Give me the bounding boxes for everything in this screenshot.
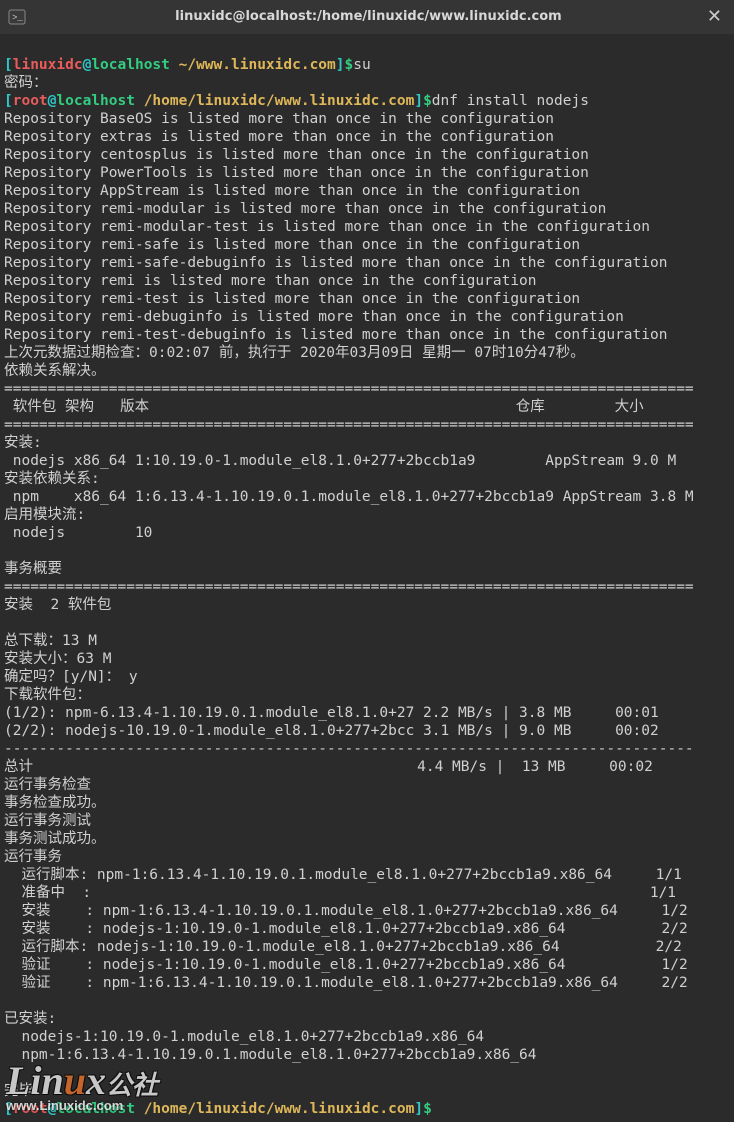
installed-row: nodejs-1:10.19.0-1.module_el8.1.0+277+2b… [4, 1029, 484, 1045]
divider: ========================================… [4, 417, 694, 433]
divider: ========================================… [4, 579, 694, 595]
section-install: 安装: [4, 435, 42, 451]
run-txn: 运行事务 [4, 849, 62, 865]
divider: ----------------------------------------… [4, 741, 694, 757]
package-row: nodejs 10 [4, 525, 152, 541]
window-title: linuxidc@localhost:/home/linuxidc/www.li… [34, 8, 703, 26]
repo-warning: Repository extras is listed more than on… [4, 129, 554, 145]
txn-row: 验证 : npm-1:6.13.4-1.10.19.0.1.module_el8… [4, 975, 688, 991]
confirm-prompt: 确定吗？[y/N]： y [4, 669, 138, 685]
txn-row: 准备中 : 1/1 [4, 885, 676, 901]
txn-row: 验证 : nodejs-1:10.19.0-1.module_el8.1.0+2… [4, 957, 688, 973]
repo-warning: Repository AppStream is listed more than… [4, 183, 580, 199]
download-header: 下载软件包： [4, 687, 91, 703]
installed-row: npm-1:6.13.4-1.10.19.0.1.module_el8.1.0+… [4, 1047, 537, 1063]
metadata-check: 上次元数据过期检查：0:02:07 前，执行于 2020年03月09日 星期一 … [4, 345, 585, 361]
prompt-line: [root@localhost /home/linuxidc/www.linux… [4, 93, 589, 109]
close-icon[interactable]: ✕ [703, 8, 726, 26]
section-stream: 启用模块流: [4, 507, 85, 523]
done: 完毕！ [4, 1083, 48, 1099]
summary-install: 安装 2 软件包 [4, 597, 111, 613]
repo-warning: Repository remi-test-debuginfo is listed… [4, 327, 667, 343]
section-deps: 安装依赖关系: [4, 471, 100, 487]
terminal-app-icon: >_ [8, 8, 26, 26]
download-row: (2/2): nodejs-10.19.0-1.module_el8.1.0+2… [4, 723, 659, 739]
download-total: 总计 4.4 MB/s | 13 MB 00:02 [4, 759, 653, 775]
total-download: 总下载：13 M [4, 633, 97, 649]
run-test: 运行事务测试 [4, 813, 91, 829]
test-ok: 事务测试成功。 [4, 831, 106, 847]
repo-warning: Repository remi-safe is listed more than… [4, 237, 580, 253]
window-titlebar: >_ linuxidc@localhost:/home/linuxidc/www… [0, 0, 734, 34]
password-prompt: 密码： [4, 75, 48, 91]
repo-warning: Repository PowerTools is listed more tha… [4, 165, 589, 181]
download-row: (1/2): npm-6.13.4-1.10.19.0.1.module_el8… [4, 705, 659, 721]
prompt-line: [root@localhost /home/linuxidc/www.linux… [4, 1101, 432, 1117]
repo-warning: Repository BaseOS is listed more than on… [4, 111, 554, 127]
check-ok: 事务检查成功。 [4, 795, 106, 811]
repo-warning: Repository remi-test is listed more than… [4, 291, 580, 307]
divider: ========================================… [4, 381, 694, 397]
repo-warning: Repository remi-modular is listed more t… [4, 201, 606, 217]
install-size: 安装大小：63 M [4, 651, 111, 667]
txn-row: 安装 : nodejs-1:10.19.0-1.module_el8.1.0+2… [4, 921, 688, 937]
deps-resolved: 依赖关系解决。 [4, 363, 106, 379]
svg-text:>_: >_ [12, 13, 23, 23]
table-header: 软件包 架构 版本 仓库 大小 [4, 399, 644, 415]
package-row: nodejs x86_64 1:10.19.0-1.module_el8.1.0… [4, 453, 676, 469]
terminal-output[interactable]: [linuxidc@localhost ~/www.linuxidc.com]$… [0, 34, 734, 1122]
installed-header: 已安装: [4, 1011, 56, 1027]
summary-title: 事务概要 [4, 561, 62, 577]
txn-row: 安装 : npm-1:6.13.4-1.10.19.0.1.module_el8… [4, 903, 688, 919]
repo-warning: Repository remi-modular-test is listed m… [4, 219, 650, 235]
repo-warning: Repository remi-safe-debuginfo is listed… [4, 255, 667, 271]
run-check: 运行事务检查 [4, 777, 91, 793]
repo-warning: Repository centosplus is listed more tha… [4, 147, 589, 163]
prompt-line: [linuxidc@localhost ~/www.linuxidc.com]$… [4, 57, 371, 73]
repo-warning: Repository remi-debuginfo is listed more… [4, 309, 624, 325]
package-row: npm x86_64 1:6.13.4-1.10.19.0.1.module_e… [4, 489, 694, 505]
txn-row: 运行脚本: nodejs-1:10.19.0-1.module_el8.1.0+… [4, 939, 682, 955]
repo-warning: Repository remi is listed more than once… [4, 273, 537, 289]
txn-row: 运行脚本: npm-1:6.13.4-1.10.19.0.1.module_el… [4, 867, 682, 883]
